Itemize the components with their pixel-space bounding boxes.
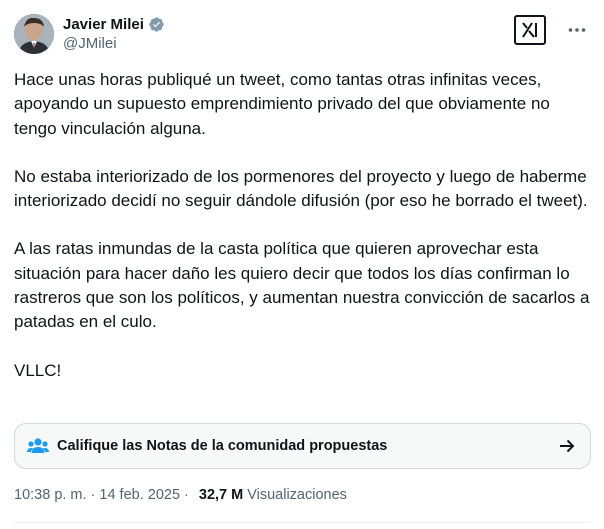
meta-separator: · — [90, 487, 96, 503]
meta-separator: · — [184, 487, 189, 503]
community-notes-label: Califique las Notas de la comunidad prop… — [57, 438, 388, 454]
tweet-paragraph: VLLC! — [14, 360, 62, 380]
grok-icon[interactable] — [514, 15, 546, 45]
views-count: 32,7 M — [198, 487, 244, 503]
avatar[interactable] — [14, 14, 54, 54]
arrow-right-icon — [558, 437, 576, 455]
tweet-text: Hace unas horas publiqué un tweet, como … — [14, 68, 594, 383]
tweet-paragraph: No estaba interiorizado de los pormenore… — [14, 166, 588, 211]
avatar-image — [14, 14, 54, 54]
tweet-date[interactable]: 14 feb. 2025 — [99, 487, 180, 503]
author-info: Javier Milei @JMilei — [63, 14, 165, 52]
divider — [14, 522, 590, 523]
tweet-header: Javier Milei @JMilei — [14, 12, 590, 56]
community-notes-card[interactable]: Califique las Notas de la comunidad prop… — [14, 423, 591, 469]
tweet-time[interactable]: 10:38 p. m. — [14, 487, 87, 503]
author-handle[interactable]: @JMilei — [63, 35, 165, 52]
tweet-paragraph: A las ratas inmundas de la casta polític… — [14, 239, 590, 332]
tweet-meta: 10:38 p. m. · 14 feb. 2025 · 32,7 M Visu… — [14, 487, 347, 503]
tweet-paragraph: Hace unas horas publiqué un tweet, como … — [14, 70, 550, 138]
views-label: Visualizaciones — [247, 487, 347, 503]
community-notes-icon — [27, 437, 49, 455]
verified-badge-icon[interactable] — [148, 16, 165, 33]
author-display-name[interactable]: Javier Milei — [63, 16, 144, 33]
more-options-icon[interactable] — [566, 20, 588, 40]
